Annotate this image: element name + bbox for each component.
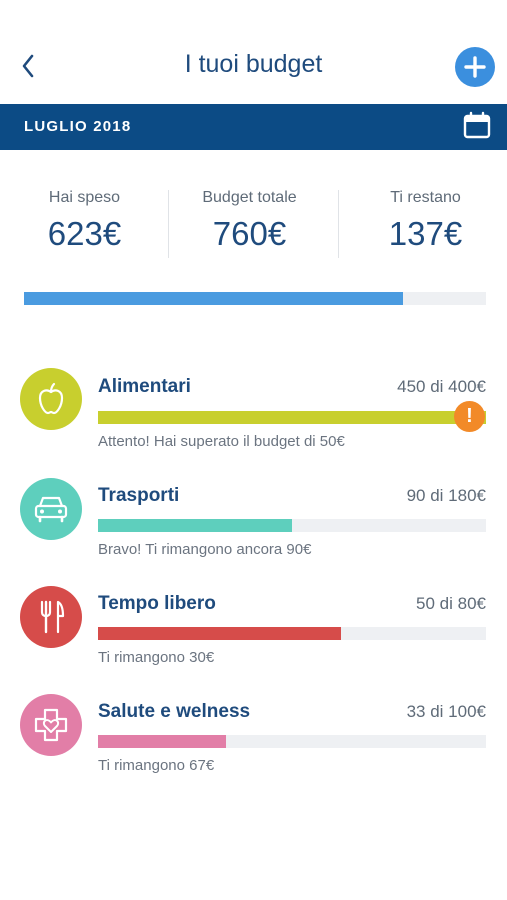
page-title: I tuoi budget bbox=[184, 50, 323, 78]
remaining-label: Ti restano bbox=[390, 189, 461, 206]
category-progress-fill bbox=[98, 735, 227, 748]
category-name: Salute e welness bbox=[98, 701, 251, 722]
category-amount: 33 di 100€ bbox=[406, 702, 486, 721]
total-value: 760€ bbox=[212, 215, 287, 252]
car-icon bbox=[34, 496, 68, 523]
spent-value: 623€ bbox=[47, 215, 122, 252]
calendar-button[interactable] bbox=[462, 110, 492, 140]
spent-stat: Hai speso 623€ bbox=[0, 170, 169, 253]
health-cross-icon bbox=[34, 708, 68, 742]
category-progress-fill bbox=[98, 411, 486, 424]
plus-icon bbox=[464, 56, 486, 78]
total-progress-fill bbox=[24, 292, 403, 305]
category-message: Bravo! Ti rimangono ancora 90€ bbox=[98, 541, 312, 558]
budget-summary: Hai speso 623€ Budget totale 760€ Ti res… bbox=[0, 170, 507, 270]
fork-knife-icon bbox=[40, 600, 65, 634]
category-icon-circle bbox=[20, 478, 82, 540]
category-message: Ti rimangono 67€ bbox=[98, 757, 215, 774]
month-bar: LUGLIO 2018 bbox=[0, 104, 507, 150]
category-progress-bar bbox=[98, 735, 486, 748]
category-progress-fill bbox=[98, 627, 341, 640]
total-label: Budget totale bbox=[202, 189, 297, 206]
divider bbox=[338, 190, 339, 258]
category-icon-circle bbox=[20, 586, 82, 648]
apple-icon bbox=[38, 382, 64, 415]
category-item-tempo-libero[interactable]: Tempo libero 50 di 80€ Ti rimangono 30€ bbox=[0, 584, 507, 684]
category-icon-circle bbox=[20, 368, 82, 430]
top-bar: I tuoi budget bbox=[0, 0, 507, 104]
remaining-stat: Ti restano 137€ bbox=[341, 170, 507, 253]
month-label[interactable]: LUGLIO 2018 bbox=[24, 118, 131, 135]
category-progress-bar bbox=[98, 411, 486, 424]
category-item-alimentari[interactable]: Alimentari 450 di 400€ ! Attento! Hai su… bbox=[0, 368, 507, 468]
category-amount: 90 di 180€ bbox=[406, 486, 486, 505]
remaining-value: 137€ bbox=[388, 215, 463, 252]
category-message: Attento! Hai superato il budget di 50€ bbox=[98, 433, 345, 450]
category-amount: 50 di 80€ bbox=[416, 594, 486, 613]
category-progress-fill bbox=[98, 519, 292, 532]
category-item-salute-welness[interactable]: Salute e welness 33 di 100€ Ti rimangono… bbox=[0, 692, 507, 792]
calendar-icon bbox=[463, 111, 491, 139]
total-progress-bar bbox=[24, 292, 486, 305]
warning-badge: ! bbox=[454, 401, 485, 432]
spent-label: Hai speso bbox=[48, 189, 121, 206]
category-amount: 450 di 400€ bbox=[397, 377, 486, 396]
category-progress-bar bbox=[98, 519, 486, 532]
category-message: Ti rimangono 30€ bbox=[98, 649, 215, 666]
total-stat: Budget totale 760€ bbox=[165, 170, 334, 253]
category-name: Tempo libero bbox=[98, 593, 216, 614]
category-icon-circle bbox=[20, 694, 82, 756]
category-name: Alimentari bbox=[98, 376, 191, 397]
category-item-trasporti[interactable]: Trasporti 90 di 180€ Bravo! Ti rimangono… bbox=[0, 476, 507, 576]
category-progress-bar bbox=[98, 627, 486, 640]
category-name: Trasporti bbox=[98, 485, 180, 506]
add-budget-button[interactable] bbox=[455, 47, 495, 87]
